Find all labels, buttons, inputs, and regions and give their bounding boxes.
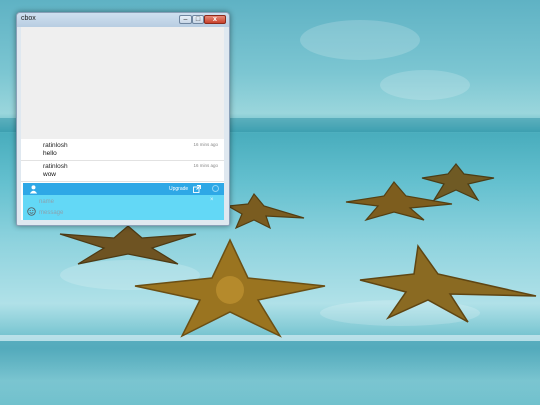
message-text: hello [43,150,57,157]
message-timestamp: 16 mins ago [193,163,218,168]
minimize-icon: – [183,16,188,23]
chat-toolbar: Upgrade [23,183,224,195]
message-item: ratinlosh hello 16 mins ago [21,140,224,161]
starfish-back [421,163,495,202]
name-input[interactable] [39,197,209,206]
close-button[interactable]: x [204,15,226,24]
minimize-button[interactable]: – [179,15,192,24]
external-link-icon[interactable] [193,185,201,193]
user-icon[interactable] [29,184,38,194]
starfish-right [359,244,537,323]
message-text: wow [43,171,57,178]
maximize-button[interactable]: □ [192,15,204,24]
smiley-icon[interactable] [27,207,36,216]
upgrade-link[interactable]: Upgrade [169,186,188,192]
message-timestamp: 16 mins ago [193,142,218,147]
message-username[interactable]: ratinlosh [43,163,68,170]
title-bar[interactable]: cbox – □ x [17,13,229,27]
chat-client: ratinlosh hello 16 mins ago ratinlosh wo… [21,27,224,220]
starfish-middle [226,192,305,230]
circle-icon[interactable] [212,185,219,192]
window-title: cbox [21,15,36,22]
message-input[interactable] [39,208,209,217]
message-username[interactable]: ratinlosh [43,142,68,149]
maximize-icon: □ [195,16,201,23]
message-history-area[interactable] [21,27,224,139]
close-icon: x [213,16,217,23]
post-form: × [23,195,224,220]
clear-name-icon[interactable]: × [210,197,214,203]
starfish-left [59,225,197,265]
cbox-window: cbox – □ x ratinlosh hello 16 mins ago r… [16,12,230,226]
message-item: ratinlosh wow 16 mins ago [21,161,224,182]
